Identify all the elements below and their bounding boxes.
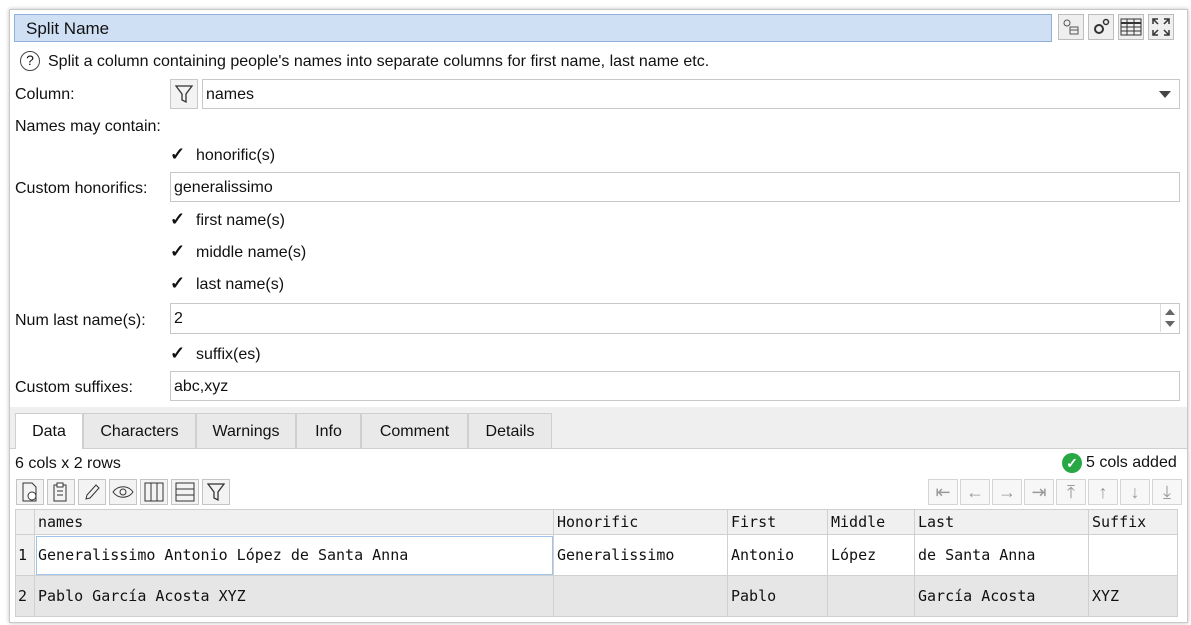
column-header[interactable]: Last bbox=[914, 509, 1089, 535]
honorifics-label: honorific(s) bbox=[196, 147, 276, 164]
row-number: 2 bbox=[15, 575, 35, 617]
first-name-label: first name(s) bbox=[196, 212, 285, 229]
table-icon[interactable] bbox=[1118, 14, 1144, 40]
export-file-icon[interactable] bbox=[16, 479, 44, 505]
title-toolbar bbox=[1058, 14, 1174, 40]
columns-icon[interactable] bbox=[140, 479, 168, 505]
split-name-window: Split Name ? Split a column containing p… bbox=[9, 9, 1188, 623]
transform-icon[interactable] bbox=[1058, 14, 1084, 40]
num-last-names-value: 2 bbox=[174, 310, 183, 327]
table-row[interactable]: 2 Pablo García Acosta XYZ Pablo García A… bbox=[15, 575, 1178, 617]
table-cell[interactable]: García Acosta bbox=[914, 575, 1089, 617]
suffixes-label: suffix(es) bbox=[196, 346, 261, 363]
column-header[interactable]: Middle bbox=[827, 509, 915, 535]
table-cell[interactable]: López bbox=[827, 534, 915, 576]
copy-clipboard-icon[interactable] bbox=[47, 479, 75, 505]
tab-comment[interactable]: Comment bbox=[361, 413, 468, 448]
column-select-value: names bbox=[206, 86, 255, 103]
settings-icon[interactable] bbox=[1088, 14, 1114, 40]
num-last-names-label: Num last name(s): bbox=[15, 312, 146, 329]
result-status: ✓ 5 cols added bbox=[1062, 453, 1177, 473]
tab-data[interactable]: Data bbox=[15, 413, 83, 449]
first-row-icon[interactable]: ⤒ bbox=[1056, 479, 1086, 505]
tab-bar: Data Characters Warnings Info Comment De… bbox=[10, 407, 1187, 449]
help-icon[interactable]: ? bbox=[20, 51, 40, 71]
table-cell[interactable]: Generalissimo bbox=[553, 534, 728, 576]
custom-suffixes-label: Custom suffixes: bbox=[15, 379, 133, 396]
fullscreen-icon[interactable] bbox=[1148, 14, 1174, 40]
column-header[interactable]: Suffix bbox=[1088, 509, 1178, 535]
column-header[interactable]: Honorific bbox=[553, 509, 728, 535]
edit-pencil-icon[interactable] bbox=[78, 479, 106, 505]
filter-icon[interactable] bbox=[202, 479, 230, 505]
suffixes-checkbox[interactable]: ✓ bbox=[170, 343, 190, 364]
custom-suffixes-input[interactable]: abc,xyz bbox=[170, 371, 1180, 401]
table-dimensions: 6 cols x 2 rows bbox=[15, 455, 121, 472]
table-cell[interactable] bbox=[1088, 534, 1178, 576]
table-cell[interactable]: Antonio bbox=[727, 534, 828, 576]
names-may-contain-label: Names may contain: bbox=[15, 118, 161, 135]
data-table: names Honorific First Middle Last Suffix… bbox=[15, 509, 1178, 617]
column-select[interactable]: names bbox=[202, 79, 1180, 109]
table-cell[interactable]: Pablo bbox=[727, 575, 828, 617]
table-cell[interactable] bbox=[553, 575, 728, 617]
check-circle-icon: ✓ bbox=[1062, 453, 1082, 473]
tab-info[interactable]: Info bbox=[296, 413, 361, 448]
table-cell[interactable] bbox=[827, 575, 915, 617]
spin-down-icon[interactable] bbox=[1165, 321, 1175, 327]
last-name-label: last name(s) bbox=[196, 276, 285, 293]
table-cell[interactable]: Generalissimo Antonio López de Santa Ann… bbox=[34, 534, 554, 576]
middle-name-label: middle name(s) bbox=[196, 244, 307, 261]
row-number-header bbox=[15, 509, 35, 535]
filter-icon bbox=[175, 85, 193, 104]
num-last-names-spinbox[interactable]: 2 bbox=[170, 303, 1180, 334]
title-bar: Split Name bbox=[14, 14, 1052, 42]
middle-name-checkbox[interactable]: ✓ bbox=[170, 241, 190, 262]
honorifics-checkbox[interactable]: ✓ bbox=[170, 144, 190, 165]
first-column-icon[interactable]: ⇤ bbox=[928, 479, 958, 505]
spin-up-icon[interactable] bbox=[1165, 309, 1175, 315]
table-row[interactable]: 1 Generalissimo Antonio López de Santa A… bbox=[15, 534, 1178, 576]
previous-column-icon[interactable]: ← bbox=[960, 479, 990, 505]
custom-honorifics-input[interactable]: generalissimo bbox=[170, 172, 1180, 202]
data-toolbar bbox=[16, 479, 230, 505]
tab-characters[interactable]: Characters bbox=[83, 413, 196, 448]
view-eye-icon[interactable] bbox=[109, 479, 137, 505]
last-row-icon[interactable]: ⤓ bbox=[1152, 479, 1182, 505]
window-title: Split Name bbox=[26, 19, 110, 38]
column-header[interactable]: First bbox=[727, 509, 828, 535]
column-label: Column: bbox=[15, 86, 75, 103]
chevron-down-icon[interactable] bbox=[1159, 91, 1171, 98]
tab-details[interactable]: Details bbox=[468, 413, 552, 448]
table-header-row: names Honorific First Middle Last Suffix bbox=[15, 509, 1178, 535]
rows-icon[interactable] bbox=[171, 479, 199, 505]
result-text: 5 cols added bbox=[1086, 454, 1177, 471]
next-column-icon[interactable]: → bbox=[992, 479, 1022, 505]
previous-row-icon[interactable]: ↑ bbox=[1088, 479, 1118, 505]
table-cell[interactable]: XYZ bbox=[1088, 575, 1178, 617]
spinner-arrows[interactable] bbox=[1160, 304, 1179, 332]
column-header[interactable]: names bbox=[34, 509, 554, 535]
last-name-checkbox[interactable]: ✓ bbox=[170, 273, 190, 294]
first-name-checkbox[interactable]: ✓ bbox=[170, 209, 190, 230]
custom-honorifics-label: Custom honorifics: bbox=[15, 180, 148, 197]
table-cell[interactable]: de Santa Anna bbox=[914, 534, 1089, 576]
next-row-icon[interactable]: ↓ bbox=[1120, 479, 1150, 505]
tab-warnings[interactable]: Warnings bbox=[196, 413, 296, 448]
table-cell[interactable]: Pablo García Acosta XYZ bbox=[34, 575, 554, 617]
last-column-icon[interactable]: ⇥ bbox=[1024, 479, 1054, 505]
column-filter-button[interactable] bbox=[170, 79, 198, 109]
row-number: 1 bbox=[15, 534, 35, 576]
description-text: Split a column containing people's names… bbox=[48, 53, 710, 70]
navigation-buttons: ⇤ ← → ⇥ ⤒ ↑ ↓ ⤓ bbox=[928, 479, 1182, 505]
